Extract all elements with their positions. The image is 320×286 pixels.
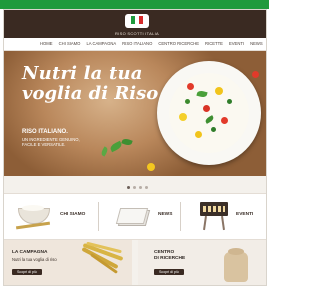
carousel-dot[interactable] [139,186,142,189]
campagna-title: LA CAMPAGNA [12,250,48,255]
nav-item-la-campagna[interactable]: LA CAMPAGNA [86,41,116,46]
brand-logo[interactable] [125,14,149,28]
hero-banner[interactable]: Nutri la tua voglia di Riso RISO ITALIAN… [4,51,266,176]
carousel-dot[interactable] [145,186,148,189]
campagna-cta-button[interactable]: Scopri di più [12,269,42,275]
newspaper-icon [115,206,151,226]
rice-stalk-image [76,241,126,282]
italian-flag-icon [131,16,143,24]
centro-ricerche-panel[interactable]: CENTRO DI RICERCHE Scopri di più [138,240,266,285]
nav-item-news[interactable]: NEWS [250,41,263,46]
bottom-panels: LA CAMPAGNA Nutri la tua voglia di riso … [4,240,266,285]
nav-item-ricette[interactable]: RICETTE [205,41,223,46]
campagna-subtitle: Nutri la tua voglia di riso [12,257,57,262]
rice-salad-plate-image [157,61,261,165]
feature-news-label[interactable]: NEWS [158,212,172,217]
hero-subtitle: RISO ITALIANO. [22,129,68,135]
nav-item-home[interactable]: HOME [40,41,53,46]
basil-leaf-image [121,137,133,147]
centro-cta-button[interactable]: Scopri di più [154,269,184,275]
feature-row: CHI SIAMO NEWS EVENTI [4,193,266,240]
nav-item-riso-italiano[interactable]: RISO ITALIANO [122,41,152,46]
rice-bowl-icon [15,204,51,230]
nav-item-chi-siamo[interactable]: CHI SIAMO [59,41,81,46]
brand-name: RISO SCOTTI ITALIA [115,31,159,36]
rice-sack-image [222,248,250,282]
basil-leaf-image [100,146,109,157]
top-bar [0,0,269,9]
hero-title-line1: Nutri la tua [22,63,143,84]
hero-title-line2: voglia di Riso [22,83,159,104]
website-frame: RISO SCOTTI ITALIA HOME CHI SIAMO LA CAM… [3,9,267,286]
carousel-dots [127,186,148,189]
nav-item-centro-ricerche[interactable]: CENTRO RICERCHE [158,41,199,46]
campagna-panel[interactable]: LA CAMPAGNA Nutri la tua voglia di riso … [4,240,132,285]
tomato-image [252,71,259,78]
main-nav: HOME CHI SIAMO LA CAMPAGNA RISO ITALIANO… [4,38,266,51]
feature-chi-siamo-label[interactable]: CHI SIAMO [60,212,85,217]
hero-tagline: UN INGREDIENTE GENUINO, FACILE E VERSATI… [22,137,80,147]
site-header: RISO SCOTTI ITALIA [4,10,266,38]
tomato-image [147,163,155,171]
feature-eventi-label[interactable]: EVENTI [236,212,253,217]
events-board-icon [200,202,228,232]
centro-title-line2: DI RICERCHE [154,256,186,261]
carousel-dot[interactable] [133,186,136,189]
nav-item-eventi[interactable]: EVENTI [229,41,244,46]
carousel-dot[interactable] [127,186,130,189]
